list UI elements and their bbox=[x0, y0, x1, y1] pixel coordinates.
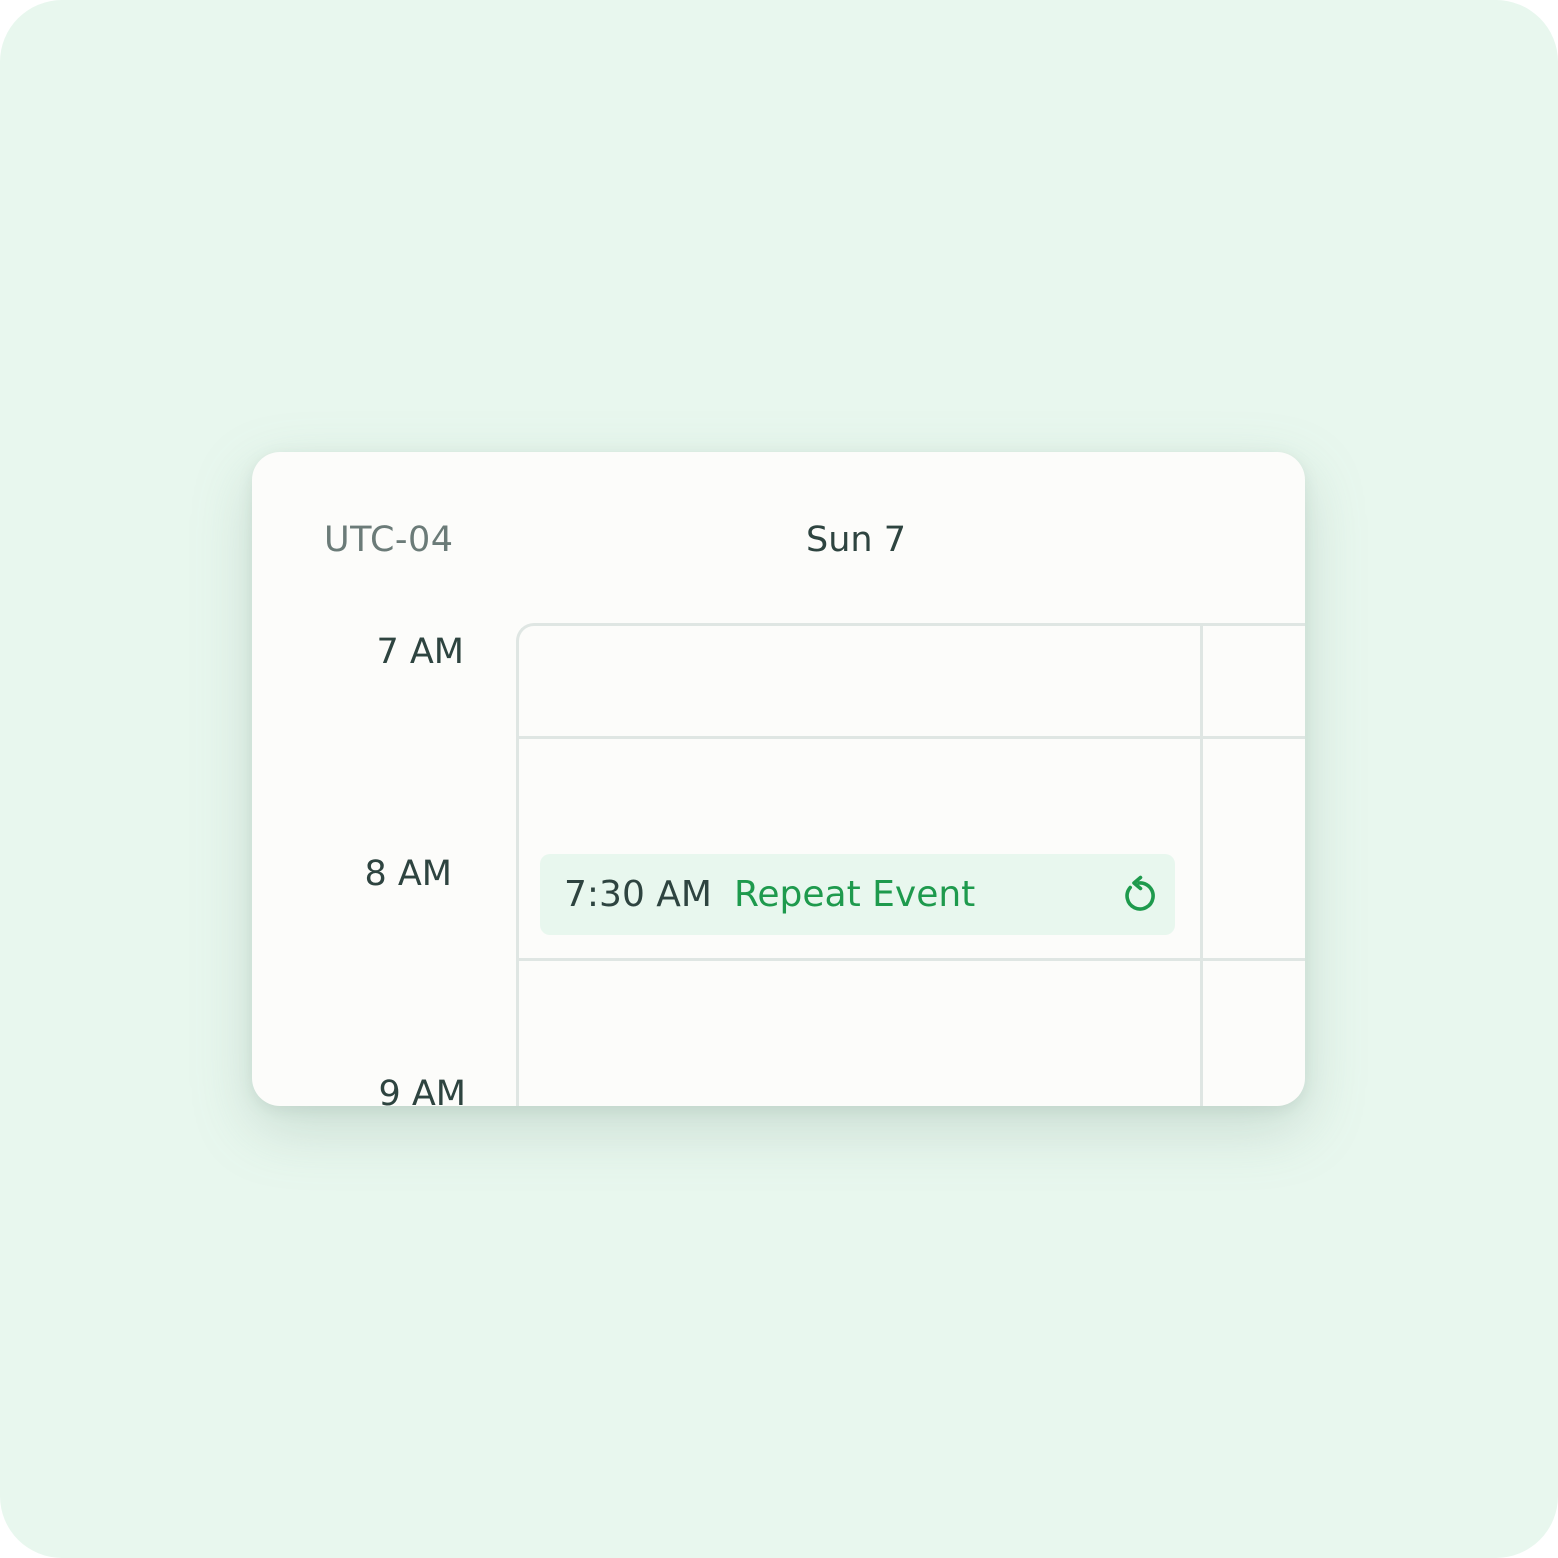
hour-label-8am: 8 AM bbox=[364, 854, 452, 894]
hour-label-7am: 7 AM bbox=[376, 632, 464, 672]
timezone-label: UTC-04 bbox=[324, 520, 454, 560]
event-block[interactable]: 7:30 AM Repeat Event bbox=[540, 854, 1175, 935]
hour-gridline bbox=[519, 736, 1305, 739]
page-background: UTC-04 Sun 7 7 AM 8 AM 9 AM 7:30 AM Repe… bbox=[0, 0, 1558, 1558]
day-column-header[interactable]: Sun 7 bbox=[806, 520, 906, 560]
event-time: 7:30 AM bbox=[564, 874, 712, 915]
hour-label-9am: 9 AM bbox=[378, 1074, 466, 1106]
hour-gridline bbox=[519, 958, 1305, 961]
repeat-icon bbox=[1125, 875, 1155, 911]
day-column-divider bbox=[1200, 626, 1203, 1106]
calendar-card: UTC-04 Sun 7 7 AM 8 AM 9 AM 7:30 AM Repe… bbox=[252, 452, 1305, 1106]
event-title: Repeat Event bbox=[734, 874, 976, 915]
